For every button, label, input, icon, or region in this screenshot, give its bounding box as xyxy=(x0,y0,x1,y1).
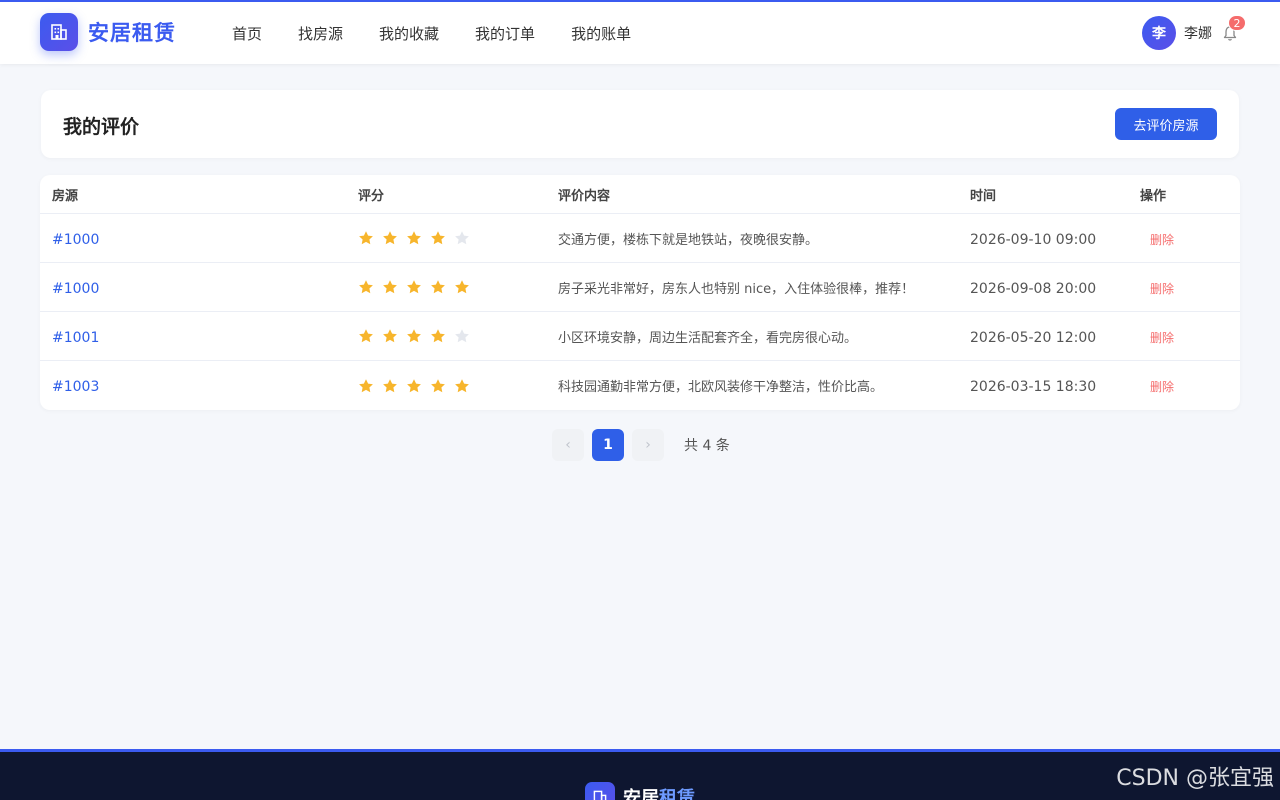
column-header-rating: 评分 xyxy=(358,188,385,204)
column-header-time: 时间 xyxy=(970,188,997,204)
footer-app-name-a: 安居 xyxy=(623,788,659,800)
user-menu[interactable]: 李 李娜 2 xyxy=(1142,15,1246,50)
next-page-button[interactable]: › xyxy=(632,429,664,461)
notification-button[interactable]: 2 xyxy=(1220,15,1246,43)
page-header-card: 我的评价 去评价房源 xyxy=(41,90,1239,158)
star-filled-icon xyxy=(383,378,397,392)
chevron-left-icon: ‹ xyxy=(565,437,571,453)
delete-button[interactable]: 删除 xyxy=(1140,380,1174,394)
column-header-content: 评价内容 xyxy=(558,188,611,204)
user-name[interactable]: 李娜 xyxy=(1184,23,1212,43)
nav-bills[interactable]: 我的账单 xyxy=(571,23,631,44)
table-header: 房源 评分 评价内容 时间 操作 xyxy=(40,175,1240,214)
nav-home[interactable]: 首页 xyxy=(232,23,262,44)
review-time: 2026-09-08 20:00 xyxy=(970,280,1097,297)
star-filled-icon xyxy=(431,329,445,343)
review-content: 小区环境安静，周边生活配套齐全，看完房很心动。 xyxy=(558,330,858,346)
notification-badge: 2 xyxy=(1228,15,1246,31)
house-link[interactable]: #1000 xyxy=(52,281,99,297)
footer: 安居租赁 xyxy=(0,749,1280,800)
page-number-button[interactable]: 1 xyxy=(592,429,624,461)
nav-favorites[interactable]: 我的收藏 xyxy=(379,23,439,44)
main-nav: 首页 找房源 我的收藏 我的订单 我的账单 xyxy=(232,2,667,64)
review-content: 房子采光非常好，房东人也特别 nice，入住体验很棒，推荐！ xyxy=(558,281,915,297)
nav-find-house[interactable]: 找房源 xyxy=(298,23,343,44)
star-filled-icon xyxy=(431,231,445,245)
building-icon xyxy=(585,782,615,800)
pagination: ‹ 1 › 共 4 条 xyxy=(552,429,730,461)
house-link[interactable]: #1003 xyxy=(52,379,99,395)
top-navigation-bar: 安居租赁 首页 找房源 我的收藏 我的订单 我的账单 李 李娜 2 xyxy=(0,0,1280,64)
star-filled-icon xyxy=(407,378,421,392)
page-title: 我的评价 xyxy=(63,116,140,138)
building-icon xyxy=(40,13,78,51)
review-time: 2026-05-20 12:00 xyxy=(970,329,1097,346)
star-rating xyxy=(358,230,558,246)
star-rating xyxy=(358,279,558,295)
prev-page-button[interactable]: ‹ xyxy=(552,429,584,461)
star-rating xyxy=(358,378,558,394)
delete-button[interactable]: 删除 xyxy=(1140,233,1174,247)
star-filled-icon xyxy=(407,329,421,343)
delete-button[interactable]: 删除 xyxy=(1140,282,1174,296)
house-link[interactable]: #1001 xyxy=(52,330,99,346)
star-filled-icon xyxy=(383,280,397,294)
pagination-total: 共 4 条 xyxy=(684,438,730,454)
star-filled-icon xyxy=(359,329,373,343)
footer-logo: 安居租赁 xyxy=(585,782,695,800)
table-row: #1001 小区环境安静，周边生活配套齐全，看完房很心动。 2026-05-20… xyxy=(40,312,1240,361)
star-filled-icon xyxy=(359,231,373,245)
chevron-right-icon: › xyxy=(645,437,651,453)
review-content: 交通方便，楼栋下就是地铁站，夜晚很安静。 xyxy=(558,232,819,248)
review-time: 2026-03-15 18:30 xyxy=(970,379,1097,395)
star-filled-icon xyxy=(455,378,469,392)
delete-button[interactable]: 删除 xyxy=(1140,331,1174,345)
watermark: CSDN @张宜强 xyxy=(1116,766,1274,791)
table-row: #1003 科技园通勤非常方便，北欧风装修干净整洁，性价比高。 2026-03-… xyxy=(40,361,1240,410)
app-name: 安居租赁 xyxy=(88,21,176,45)
footer-app-name-b: 租赁 xyxy=(659,788,695,800)
table-row: #1000 交通方便，楼栋下就是地铁站，夜晚很安静。 2026-09-10 09… xyxy=(40,214,1240,263)
column-header-action: 操作 xyxy=(1140,188,1167,204)
star-filled-icon xyxy=(359,280,373,294)
avatar[interactable]: 李 xyxy=(1142,16,1176,50)
star-filled-icon xyxy=(431,280,445,294)
column-header-house: 房源 xyxy=(52,188,79,204)
star-empty-icon xyxy=(455,329,469,343)
go-review-button[interactable]: 去评价房源 xyxy=(1115,108,1217,140)
table-row: #1000 房子采光非常好，房东人也特别 nice，入住体验很棒，推荐！ 202… xyxy=(40,263,1240,312)
review-content: 科技园通勤非常方便，北欧风装修干净整洁，性价比高。 xyxy=(558,380,884,395)
star-filled-icon xyxy=(383,231,397,245)
reviews-table: 房源 评分 评价内容 时间 操作 #1000 交通方便，楼栋下就是地铁站，夜晚很… xyxy=(40,175,1240,410)
review-time: 2026-09-10 09:00 xyxy=(970,231,1097,248)
star-empty-icon xyxy=(455,231,469,245)
star-filled-icon xyxy=(383,329,397,343)
house-link[interactable]: #1000 xyxy=(52,232,99,248)
star-filled-icon xyxy=(407,231,421,245)
star-filled-icon xyxy=(431,378,445,392)
star-filled-icon xyxy=(455,280,469,294)
nav-orders[interactable]: 我的订单 xyxy=(475,23,535,44)
app-logo[interactable]: 安居租赁 xyxy=(40,13,176,51)
star-filled-icon xyxy=(407,280,421,294)
star-rating xyxy=(358,328,558,344)
footer-app-name: 安居租赁 xyxy=(623,784,695,800)
star-filled-icon xyxy=(359,378,373,392)
